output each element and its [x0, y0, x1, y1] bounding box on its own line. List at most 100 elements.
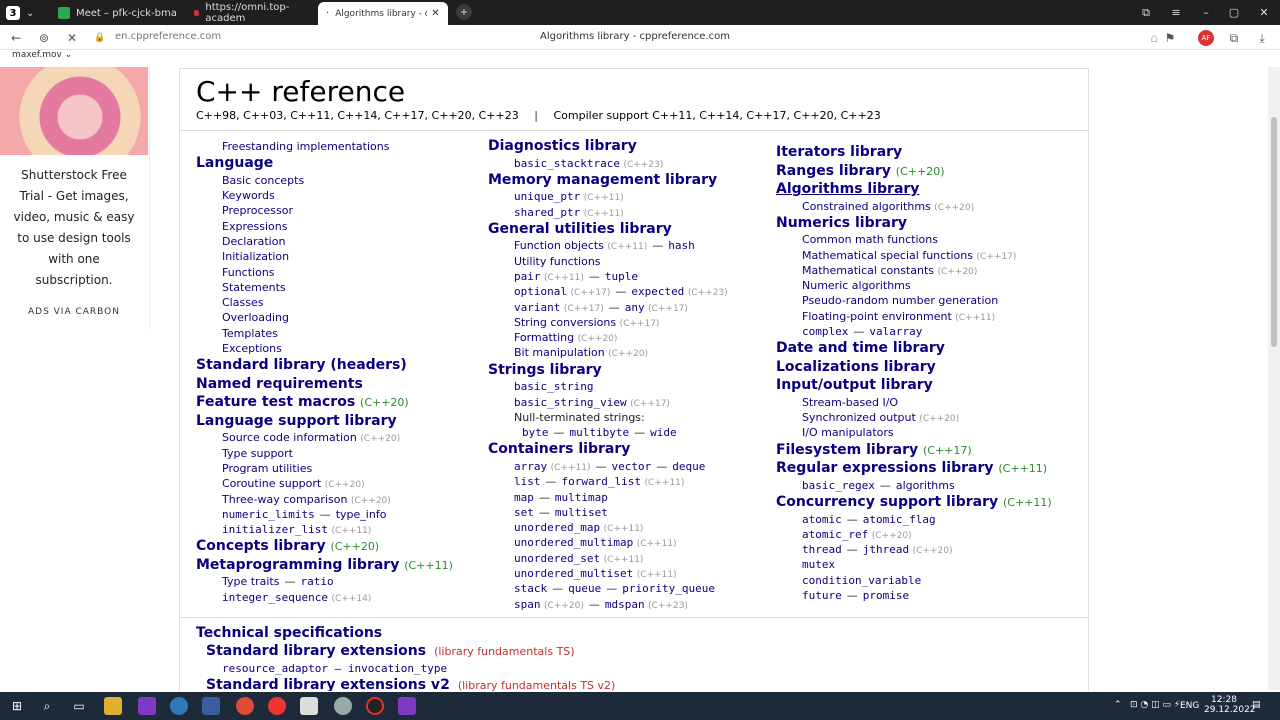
tray-icons[interactable]: ⊡ ◔ ◫ ▭ ⚡ [1130, 700, 1180, 710]
link-unique-ptr[interactable]: unique_ptr [514, 190, 580, 203]
link-unordered-multimap[interactable]: unordered_multimap [514, 536, 633, 549]
link-localizations-library[interactable]: Localizations library [776, 359, 936, 375]
link-mdspan[interactable]: mdspan [605, 598, 645, 611]
link-statements[interactable]: Statements [222, 281, 286, 294]
link-deque[interactable]: deque [672, 460, 705, 473]
link-atomic-flag[interactable]: atomic_flag [863, 513, 936, 526]
link-condition-variable[interactable]: condition_variable [802, 574, 921, 587]
link-input-output-library[interactable]: Input/output library [776, 377, 933, 393]
tab-meet[interactable]: Meet – pfk-cjck-bma [50, 3, 184, 23]
link-formatting[interactable]: Formatting [514, 331, 574, 344]
link-language[interactable]: Language [196, 155, 273, 171]
new-tab-button[interactable]: + [456, 4, 472, 20]
link-multiset[interactable]: multiset [555, 506, 608, 519]
link-iterators-library[interactable]: Iterators library [776, 144, 902, 160]
notifications-icon[interactable]: ▤ [1252, 700, 1261, 710]
link-unordered-map[interactable]: unordered_map [514, 521, 600, 534]
versions-left[interactable]: C++98, C++03, C++11, C++14, C++17, C++20… [196, 109, 519, 122]
link-metaprogramming-library[interactable]: Metaprogramming library [196, 557, 399, 573]
link-source-code-information[interactable]: Source code information [222, 431, 357, 444]
link-complex[interactable]: complex [802, 325, 848, 338]
link-templates[interactable]: Templates [222, 327, 278, 340]
link-expressions[interactable]: Expressions [222, 220, 287, 233]
link-stack[interactable]: stack [514, 582, 547, 595]
recorder-icon[interactable] [366, 697, 384, 715]
link-functions[interactable]: Functions [222, 266, 275, 279]
profile-avatar[interactable]: AF [1198, 30, 1214, 46]
chrome-icon[interactable] [236, 697, 254, 715]
link-mutex[interactable]: mutex [802, 558, 835, 571]
link-variant[interactable]: variant [514, 301, 560, 314]
link-expected[interactable]: expected [631, 285, 684, 298]
link-forward-list[interactable]: forward_list [562, 475, 641, 488]
ad-via-carbon[interactable]: ADS VIA CARBON [0, 307, 148, 317]
link-hash[interactable]: hash [668, 239, 695, 252]
extensions-icon[interactable]: ⧉ [1226, 30, 1242, 46]
scrollbar[interactable] [1268, 67, 1280, 690]
tab-counter[interactable]: 3 ⌄ [6, 3, 34, 23]
link-unordered-set[interactable]: unordered_set [514, 552, 600, 565]
link-priority-queue[interactable]: priority_queue [622, 582, 715, 595]
link-concurrency-support-library[interactable]: Concurrency support library [776, 494, 998, 510]
link-type-support[interactable]: Type support [222, 447, 293, 460]
visual-studio-icon[interactable] [138, 697, 156, 715]
language-indicator[interactable]: ENG [1180, 701, 1199, 711]
link-mathematical-constants[interactable]: Mathematical constants [802, 264, 934, 277]
link-initializer-list[interactable]: initializer_list [222, 523, 328, 536]
link-algorithms-library[interactable]: Algorithms library [776, 181, 919, 197]
tab-algorithms[interactable]: · Algorithms library - cpp ✕ [318, 2, 448, 25]
link-named-requirements[interactable]: Named requirements [196, 376, 363, 392]
explorer-icon[interactable] [104, 697, 122, 715]
link-classes[interactable]: Classes [222, 296, 263, 309]
maximize-icon[interactable]: ▢ [1220, 0, 1248, 25]
link-keywords[interactable]: Keywords [222, 189, 275, 202]
link-constrained-algorithms[interactable]: Constrained algorithms [802, 200, 931, 213]
link-promise[interactable]: promise [863, 589, 909, 602]
store-icon[interactable] [202, 697, 220, 715]
link-exceptions[interactable]: Exceptions [222, 342, 282, 355]
link-queue[interactable]: queue [568, 582, 601, 595]
link-atomic[interactable]: atomic [802, 513, 842, 526]
link-numeric-algorithms[interactable]: Numeric algorithms [802, 279, 911, 292]
link-utility-functions[interactable]: Utility functions [514, 255, 601, 268]
link-ratio[interactable]: ratio [300, 575, 333, 588]
ext1-items[interactable]: resource_adaptor — invocation_type [222, 662, 447, 675]
link-numerics-library[interactable]: Numerics library [776, 215, 907, 231]
link-i-o-manipulators[interactable]: I/O manipulators [802, 426, 894, 439]
ad-image-donut[interactable] [0, 67, 148, 155]
link-array[interactable]: array [514, 460, 547, 473]
link-future[interactable]: future [802, 589, 842, 602]
protect-icon[interactable]: ⌂ [1146, 30, 1162, 46]
link-stream-based-i-o[interactable]: Stream-based I/O [802, 396, 898, 409]
link-filesystem-library[interactable]: Filesystem library [776, 442, 918, 458]
link-pair[interactable]: pair [514, 270, 541, 283]
link-language-support-library[interactable]: Language support library [196, 413, 397, 429]
scrollbar-thumb[interactable] [1271, 117, 1277, 347]
link-common-math-functions[interactable]: Common math functions [802, 233, 938, 246]
link-jthread[interactable]: jthread [863, 543, 909, 556]
link-preprocessor[interactable]: Preprocessor [222, 204, 293, 217]
link-regular-expressions-library[interactable]: Regular expressions library [776, 460, 994, 476]
link-type-traits[interactable]: Type traits [222, 575, 279, 588]
link-concepts-library[interactable]: Concepts library [196, 538, 326, 554]
link-byte[interactable]: byte [522, 426, 549, 439]
link-feature-test-macros[interactable]: Feature test macros [196, 394, 355, 410]
link-basic-stacktrace[interactable]: basic_stacktrace [514, 157, 620, 170]
link-valarray[interactable]: valarray [869, 325, 922, 338]
ad-text[interactable]: Shutterstock Free Trial - Get images, vi… [8, 165, 140, 291]
link-multimap[interactable]: multimap [555, 491, 608, 504]
search-icon[interactable]: ⌕ [38, 697, 56, 715]
link-general-utilities-library[interactable]: General utilities library [488, 221, 672, 237]
link-any[interactable]: any [625, 301, 645, 314]
link-list[interactable]: list [514, 475, 541, 488]
link-strings-library[interactable]: Strings library [488, 362, 602, 378]
windows-start-icon[interactable]: ⊞ [8, 697, 26, 715]
link-integer-sequence[interactable]: integer_sequence [222, 591, 328, 604]
link-basic-string-view[interactable]: basic_string_view [514, 396, 627, 409]
link-diagnostics-library[interactable]: Diagnostics library [488, 138, 637, 154]
tray-chevron-icon[interactable]: ⌃ [1114, 700, 1122, 710]
link-thread[interactable]: thread [802, 543, 842, 556]
link-map[interactable]: map [514, 491, 534, 504]
link-standard-library-headers[interactable]: Standard library (headers) [196, 357, 407, 373]
link-optional[interactable]: optional [514, 285, 567, 298]
